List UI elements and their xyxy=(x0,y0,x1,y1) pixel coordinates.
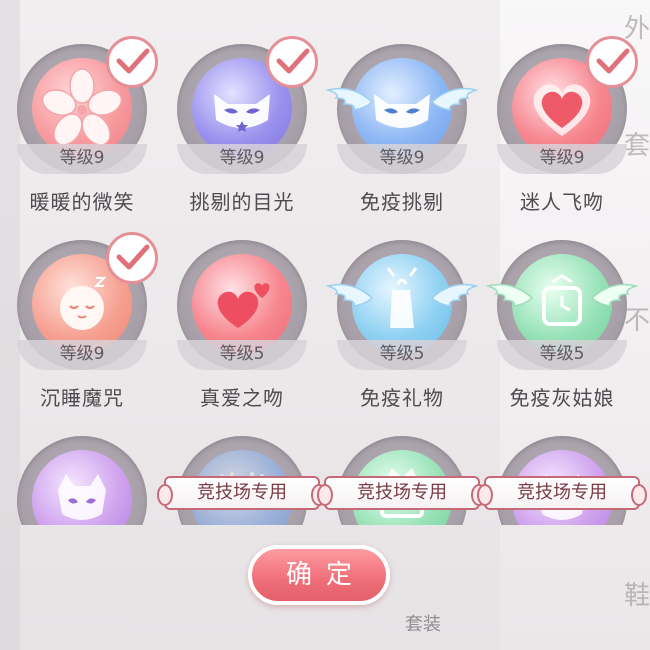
wing-icon xyxy=(430,283,478,307)
skill-name: 挑剔的目光 xyxy=(189,190,295,214)
skill-card-picky-gaze[interactable]: 等级9 挑剔的目光 xyxy=(172,36,318,244)
side-tab-shoes: 鞋 xyxy=(623,581,650,611)
arena-only-ribbon: 竞技场专用 xyxy=(477,476,647,510)
arena-only-ribbon: 竞技场专用 xyxy=(157,476,327,510)
skill-name: 沉睡魔咒 xyxy=(40,386,124,410)
skill-card-immune-picky[interactable]: 等级9 免疫挑剔 xyxy=(326,44,478,244)
skill-card-sleeping-curse[interactable]: 等级9 沉睡魔咒 xyxy=(12,232,158,440)
skill-card-immune-gift[interactable]: 等级5 免疫礼物 xyxy=(326,240,478,440)
skill-level: 等级5 xyxy=(177,340,307,370)
skill-name: 迷人飞吻 xyxy=(520,190,604,214)
wing-icon xyxy=(486,283,534,307)
skill-level: 等级9 xyxy=(17,144,147,174)
check-icon xyxy=(106,36,158,88)
skill-name: 真爱之吻 xyxy=(200,386,284,410)
skill-level: 等级9 xyxy=(177,144,307,174)
cat-mask-icon xyxy=(32,450,132,525)
check-icon xyxy=(266,36,318,88)
skill-level: 等级9 xyxy=(17,340,147,370)
skill-level: 等级9 xyxy=(497,144,627,174)
skill-selection-panel: 等级9 暖暖的微笑 等级9 挑剔的目光 等级9 免疫挑剔 等级9 迷人飞吻 等级… xyxy=(0,0,650,525)
confirm-button[interactable]: 确定 xyxy=(248,545,390,605)
skill-name: 免疫挑剔 xyxy=(360,190,444,214)
wing-icon xyxy=(430,87,478,111)
wing-icon xyxy=(590,283,638,307)
skill-card-arena-1[interactable] xyxy=(12,436,152,525)
skill-card-true-love-kiss[interactable]: 等级5 真爱之吻 xyxy=(172,240,312,440)
wing-icon xyxy=(326,283,374,307)
skill-level: 等级5 xyxy=(497,340,627,370)
skill-name: 免疫灰姑娘 xyxy=(509,386,615,410)
arena-only-ribbon: 竞技场专用 xyxy=(317,476,487,510)
skill-card-arena-4[interactable]: 竞技场专用 xyxy=(477,436,647,525)
skill-name: 免疫礼物 xyxy=(360,386,444,410)
skill-card-warm-smile[interactable]: 等级9 暖暖的微笑 xyxy=(12,36,158,244)
outfit-set-label: 套装 xyxy=(405,614,441,635)
skill-level: 等级9 xyxy=(337,144,467,174)
skill-card-immune-cinderella[interactable]: 等级5 免疫灰姑娘 xyxy=(486,240,638,440)
check-icon xyxy=(586,36,638,88)
skill-card-charming-kiss[interactable]: 等级9 迷人飞吻 xyxy=(492,36,638,244)
skill-card-arena-2[interactable]: 竞技场专用 xyxy=(157,436,327,525)
skill-level: 等级5 xyxy=(337,340,467,370)
skill-card-arena-3[interactable]: 竞技场专用 xyxy=(317,436,487,525)
skill-name: 暖暖的微笑 xyxy=(29,190,135,214)
hearts-icon xyxy=(192,254,292,354)
wing-icon xyxy=(326,87,374,111)
check-icon xyxy=(106,232,158,284)
